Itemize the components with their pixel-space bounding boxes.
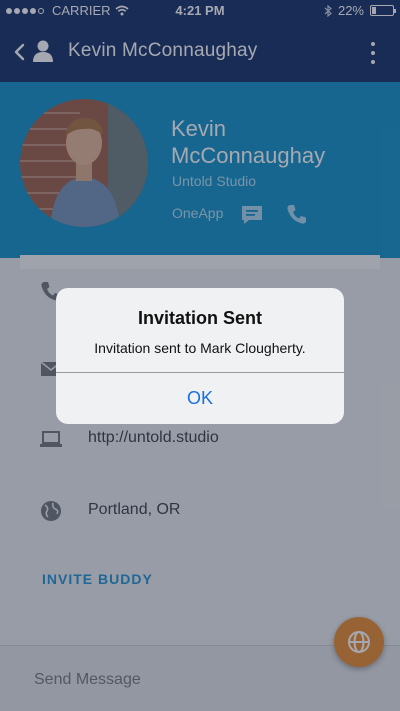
alert-title: Invitation Sent bbox=[137, 308, 262, 328]
contact-screen: CARRIER 4:21 PM 22% Kevin McConnaughay K… bbox=[0, 0, 400, 711]
alert-message: Invitation sent to Mark Clougherty. bbox=[94, 340, 306, 356]
ok-button[interactable]: OK bbox=[56, 373, 344, 424]
invitation-alert: Invitation Sent Invitation sent to Mark … bbox=[56, 288, 344, 424]
